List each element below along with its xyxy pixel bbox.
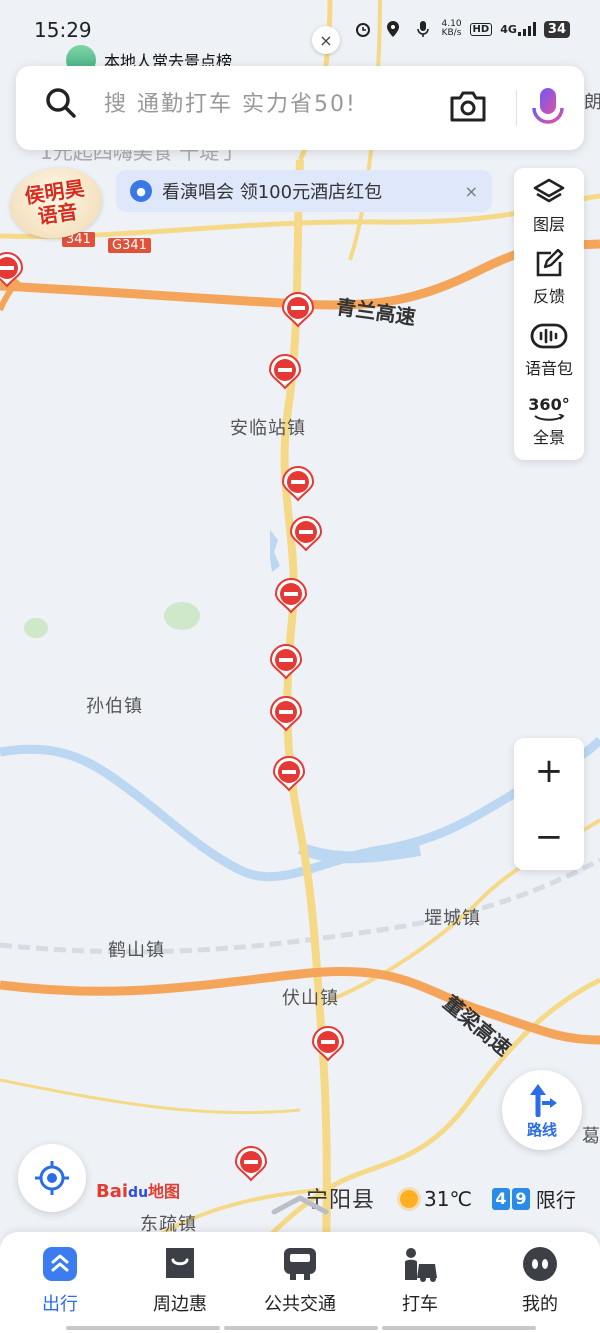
promo-text: 看演唱会 领100元酒店红包 bbox=[162, 182, 383, 203]
zoom-controls: + − bbox=[514, 738, 584, 870]
tool-feedback[interactable]: 反馈 bbox=[514, 242, 584, 314]
place-label: 鹤山镇 bbox=[108, 940, 165, 961]
network-type: 4G bbox=[500, 22, 536, 36]
zoom-out-button[interactable]: − bbox=[514, 804, 584, 870]
route-button-label: 路线 bbox=[526, 1120, 557, 1139]
camera-icon[interactable] bbox=[448, 88, 488, 128]
voice-badge-label: 语音 bbox=[36, 199, 80, 229]
tool-panorama[interactable]: 360° 全景 bbox=[514, 386, 584, 458]
tool-layers[interactable]: 图层 bbox=[514, 170, 584, 242]
taxi-icon bbox=[405, 1248, 437, 1282]
locate-me-button[interactable] bbox=[18, 1144, 86, 1212]
tool-voice-pack[interactable]: 语音包 bbox=[514, 314, 584, 386]
map-tool-panel: 图层 反馈 语音包 360° 全景 bbox=[514, 168, 584, 460]
limit-digit: 9 bbox=[511, 1187, 530, 1210]
search-placeholder: 搜 通勤打车 实力省50! bbox=[104, 92, 357, 117]
signal-icon bbox=[517, 22, 536, 36]
profile-icon bbox=[523, 1247, 557, 1281]
route-button[interactable]: 路线 bbox=[502, 1070, 582, 1150]
nav-item-label: 我的 bbox=[522, 1294, 558, 1315]
search-icon bbox=[44, 86, 78, 124]
tool-layers-label: 图层 bbox=[532, 215, 565, 234]
place-label-edge: 朗 bbox=[584, 92, 600, 113]
weather-widget[interactable]: 31℃ 4 9 限行 bbox=[400, 1184, 576, 1213]
zoom-in-button[interactable]: + bbox=[514, 738, 584, 804]
logo-part-ditu: 地图 bbox=[148, 1182, 181, 1201]
status-icons: 4.10 KB/s HD 4G 34 bbox=[352, 18, 570, 40]
locate-icon bbox=[35, 1161, 69, 1195]
place-label-edge: 葛 bbox=[582, 1126, 600, 1147]
place-label: 堽城镇 bbox=[424, 908, 481, 929]
nav-item-label: 打车 bbox=[402, 1294, 438, 1315]
search-divider bbox=[516, 90, 517, 126]
nav-item-taxi[interactable]: 打车 bbox=[360, 1246, 480, 1316]
tool-voice-pack-label: 语音包 bbox=[524, 359, 573, 378]
nearby-deals-icon bbox=[166, 1248, 194, 1278]
hd-badge: HD bbox=[469, 22, 493, 36]
layers-icon bbox=[533, 178, 565, 203]
promo-location-icon: ● bbox=[130, 180, 152, 202]
feedback-icon bbox=[536, 249, 564, 277]
voice-search-icon[interactable] bbox=[526, 84, 570, 136]
travel-icon bbox=[43, 1247, 77, 1281]
logo-part-du: du bbox=[128, 1185, 149, 1201]
traffic-limit-numbers: 4 9 bbox=[491, 1187, 530, 1210]
tool-panorama-label: 全景 bbox=[532, 428, 565, 447]
promo-banner[interactable]: ● 看演唱会 领100元酒店红包 × bbox=[116, 170, 492, 212]
nav-item-label: 周边惠 bbox=[153, 1294, 207, 1315]
logo-part-bai: Bai bbox=[96, 1181, 129, 1202]
place-label: 伏山镇 bbox=[282, 988, 339, 1009]
network-speed: 4.10 KB/s bbox=[442, 20, 462, 38]
nav-item-travel[interactable]: 出行 bbox=[0, 1246, 120, 1316]
panorama-360-icon: 360° bbox=[528, 395, 570, 414]
microphone-status-icon bbox=[412, 18, 434, 40]
search-bar[interactable]: 搜 通勤打车 实力省50! bbox=[16, 66, 584, 150]
temperature: 31℃ bbox=[424, 1186, 472, 1211]
voice-pack-icon bbox=[530, 323, 568, 349]
park-area bbox=[24, 618, 48, 638]
gesture-indicator bbox=[66, 1326, 536, 1330]
limit-digit: 4 bbox=[491, 1187, 510, 1210]
nav-item-nearby-deals[interactable]: 周边惠 bbox=[120, 1246, 240, 1316]
alarm-icon bbox=[352, 18, 374, 40]
promo-close-button[interactable]: × bbox=[465, 182, 478, 201]
baidu-map-logo: Bai du 地图 bbox=[96, 1178, 180, 1202]
chevron-up-icon[interactable] bbox=[270, 1192, 330, 1220]
network-speed-unit: KB/s bbox=[441, 28, 462, 38]
place-label: 孙伯镇 bbox=[86, 696, 143, 717]
nav-item-label: 公共交通 bbox=[264, 1294, 336, 1315]
status-time: 15:29 bbox=[34, 18, 92, 42]
place-label: 安临站镇 bbox=[230, 418, 306, 439]
panorama-arc-icon bbox=[534, 414, 565, 421]
nav-item-label: 出行 bbox=[42, 1294, 78, 1315]
notification-close-button[interactable]: × bbox=[312, 26, 340, 54]
sun-icon bbox=[400, 1189, 418, 1208]
bottom-navigation: 出行 周边惠 公共交通 打车 我的 bbox=[0, 1232, 600, 1333]
battery-icon: 34 bbox=[543, 20, 570, 38]
traffic-limit-label: 限行 bbox=[535, 1188, 576, 1212]
network-type-label: 4G bbox=[500, 23, 517, 36]
bus-icon bbox=[284, 1248, 316, 1280]
tool-feedback-label: 反馈 bbox=[532, 287, 565, 306]
location-icon bbox=[382, 18, 404, 40]
nav-item-profile[interactable]: 我的 bbox=[480, 1246, 600, 1316]
road-shield-g341: G341 bbox=[108, 238, 151, 253]
park-area bbox=[164, 602, 200, 630]
route-arrow-icon bbox=[530, 1083, 557, 1117]
nav-item-public-transit[interactable]: 公共交通 bbox=[240, 1246, 360, 1316]
